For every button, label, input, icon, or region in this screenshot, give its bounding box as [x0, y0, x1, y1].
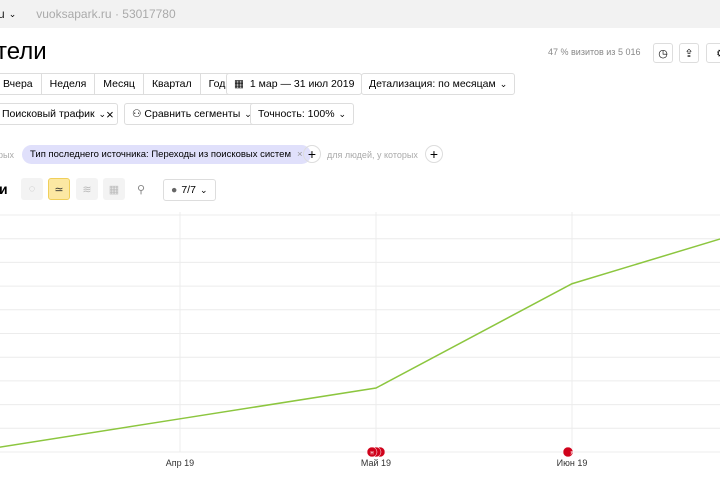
period-week[interactable]: Неделя	[42, 74, 96, 94]
close-icon[interactable]: ×	[106, 107, 114, 122]
date-range-button[interactable]: ▦ 1 мар — 31 июл 2019	[226, 73, 363, 95]
compare-label: Сравнить сегменты	[144, 108, 241, 120]
map-view-button[interactable]: ⚲	[130, 178, 152, 200]
x-tick-label: Апр 19	[166, 458, 194, 468]
period-quarter[interactable]: Квартал	[144, 74, 201, 94]
people-label: для людей, у которых	[327, 150, 418, 160]
top-bar: u ⌄ vuoksapark.ru · 53017780	[0, 0, 720, 28]
detail-label: Детализация: по месяцам	[369, 78, 496, 90]
segment-select[interactable]: Поисковый трафик ⌄ ×	[0, 103, 118, 125]
x-tick-label: Июн 19	[557, 458, 588, 468]
line-chart-icon: ≃	[54, 183, 64, 196]
chevron-down-icon: ⌄	[338, 108, 347, 119]
segment-label: Поисковый трафик	[2, 108, 95, 120]
clock-icon: ◷	[658, 47, 668, 60]
chevron-down-icon: ⌄	[8, 8, 17, 19]
pie-view-button[interactable]: ◌	[21, 178, 43, 200]
period-group: Вчера Неделя Месяц Квартал Год	[0, 73, 235, 95]
visits-stat: 47 % визитов из 5 016	[548, 47, 641, 57]
page-title: тели	[0, 38, 47, 65]
annotation-marker-label: н	[370, 451, 373, 457]
export-button[interactable]: ⇪	[679, 43, 699, 63]
area-chart-icon: ≋	[82, 183, 92, 196]
chevron-down-icon: ⌄	[98, 108, 107, 119]
binoculars-icon: ⚇	[132, 108, 142, 120]
pin-icon: ⚲	[136, 183, 146, 196]
site-counter: vuoksapark.ru · 53017780	[36, 7, 176, 21]
accuracy-select[interactable]: Точность: 100% ⌄	[250, 103, 355, 125]
plus-icon: +	[429, 146, 439, 162]
chart-title: и	[0, 181, 8, 197]
period-yesterday[interactable]: Вчера	[0, 74, 42, 94]
line-chart: Апр 19 Май 19 Июн 19 н я	[0, 212, 720, 468]
chevron-down-icon: ⌄	[499, 78, 508, 89]
segment-prefix: рых	[0, 150, 14, 160]
accuracy-label: Точность: 100%	[258, 108, 335, 120]
series-line	[0, 238, 720, 448]
share-icon: ⇪	[684, 47, 694, 60]
chevron-down-icon: ⌄	[199, 184, 208, 195]
segment-chip-label: Тип последнего источника: Переходы из по…	[30, 149, 291, 160]
date-range-label: 1 мар — 31 июл 2019	[249, 78, 355, 90]
annotations-button[interactable]: ● 7/7 ⌄	[163, 179, 216, 201]
period-month[interactable]: Месяц	[95, 74, 144, 94]
calendar-icon: ▦	[234, 78, 244, 90]
segment-chip[interactable]: Тип последнего источника: Переходы из по…	[22, 145, 311, 164]
comment-icon: ●	[171, 184, 178, 196]
x-tick-label: Май 19	[361, 458, 391, 468]
close-icon[interactable]: ×	[297, 149, 303, 160]
history-button[interactable]: ◷	[653, 43, 673, 63]
add-people-condition-button[interactable]: +	[425, 145, 443, 163]
settings-button[interactable]: ⚙	[706, 43, 720, 63]
line-view-button[interactable]: ≃	[48, 178, 70, 200]
pie-icon: ◌	[28, 183, 36, 195]
plus-icon: +	[307, 146, 317, 162]
detail-select[interactable]: Детализация: по месяцам ⌄	[361, 73, 516, 95]
annotations-count: 7/7	[181, 184, 196, 196]
gear-icon: ⚙	[716, 47, 720, 60]
compare-segments-button[interactable]: ⚇ Сравнить сегменты ⌄	[124, 103, 260, 125]
bar-view-button[interactable]: ▦	[103, 178, 125, 200]
add-condition-button[interactable]: +	[303, 145, 321, 163]
area-view-button[interactable]: ≋	[76, 178, 98, 200]
annotation-marker-label: я	[570, 451, 573, 457]
user-menu[interactable]: u	[0, 7, 5, 21]
bar-chart-icon: ▦	[108, 183, 120, 196]
